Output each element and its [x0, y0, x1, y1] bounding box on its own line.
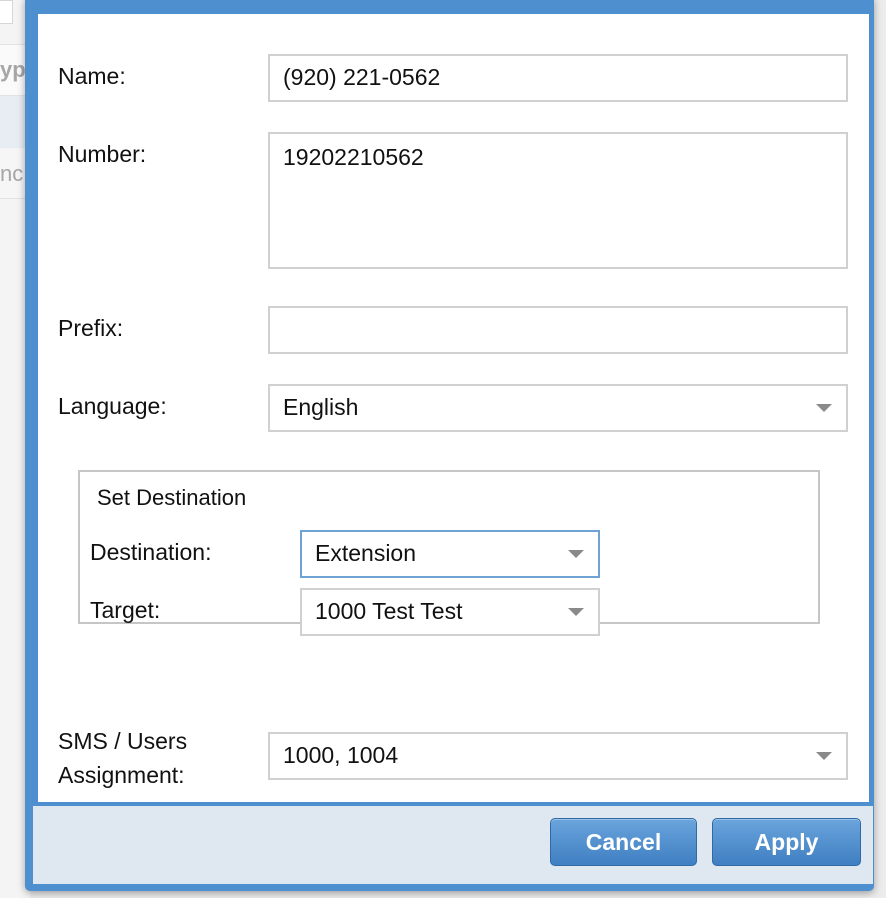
chevron-down-icon[interactable] [816, 404, 832, 412]
number-label: Number: [58, 141, 147, 167]
destination-label: Destination: [90, 539, 212, 565]
number-textarea[interactable]: 19202210562 [268, 132, 848, 269]
background-input [0, 0, 13, 24]
language-select[interactable]: English [268, 384, 848, 432]
target-select[interactable]: 1000 Test Test [300, 588, 600, 636]
sms-users-label-line2: Assignment: [58, 762, 185, 788]
cancel-button[interactable]: Cancel [550, 818, 697, 866]
name-input[interactable]: (920) 221-0562 [268, 54, 848, 102]
edit-number-dialog: Name: (920) 221-0562 Number: 19202210562… [25, 0, 874, 891]
destination-select-value: Extension [315, 540, 417, 566]
dialog-body: Name: (920) 221-0562 Number: 19202210562… [38, 14, 869, 802]
name-label: Name: [58, 63, 126, 89]
set-destination-legend: Set Destination [90, 485, 254, 511]
target-select-value: 1000 Test Test [315, 598, 463, 624]
language-label: Language: [58, 393, 167, 419]
prefix-label: Prefix: [58, 315, 124, 341]
target-label: Target: [90, 597, 161, 623]
sms-users-select[interactable]: 1000, 1004 [268, 732, 848, 780]
sms-users-label-line1: SMS / Users [58, 728, 188, 754]
apply-button[interactable]: Apply [712, 818, 861, 866]
chevron-down-icon[interactable] [568, 608, 584, 616]
destination-select[interactable]: Extension [300, 530, 600, 578]
prefix-input[interactable] [268, 306, 848, 354]
sms-users-select-value: 1000, 1004 [283, 742, 399, 768]
language-select-value: English [283, 394, 359, 420]
chevron-down-icon[interactable] [568, 550, 584, 558]
chevron-down-icon[interactable] [816, 752, 832, 760]
